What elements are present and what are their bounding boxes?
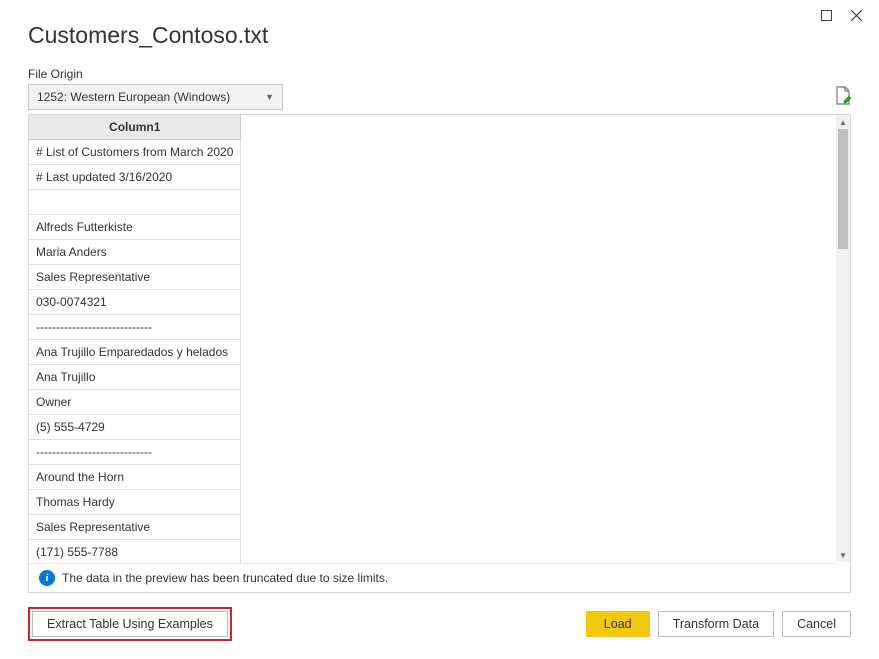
table-row[interactable]: Alfreds Futterkiste bbox=[29, 215, 241, 240]
table-row[interactable]: ----------------------------- bbox=[29, 315, 241, 340]
table-cell: (171) 555-7788 bbox=[29, 540, 241, 565]
table-cell: Around the Horn bbox=[29, 465, 241, 490]
table-row[interactable]: Sales Representative bbox=[29, 515, 241, 540]
table-cell: Owner bbox=[29, 390, 241, 415]
table-cell: Alfreds Futterkiste bbox=[29, 215, 241, 240]
table-cell: 030-0074321 bbox=[29, 290, 241, 315]
file-origin-dropdown[interactable]: 1252: Western European (Windows) ▼ bbox=[28, 84, 283, 110]
table-row[interactable]: Around the Horn bbox=[29, 465, 241, 490]
cancel-button[interactable]: Cancel bbox=[782, 611, 851, 637]
table-cell: Thomas Hardy bbox=[29, 490, 241, 515]
extract-table-button[interactable]: Extract Table Using Examples bbox=[32, 611, 228, 637]
table-cell: ----------------------------- bbox=[29, 315, 241, 340]
table-cell: Sales Representative bbox=[29, 515, 241, 540]
close-icon bbox=[851, 10, 862, 21]
table-row[interactable]: Sales Representative bbox=[29, 265, 241, 290]
data-preview: Column1 # List of Customers from March 2… bbox=[28, 114, 851, 593]
table-row[interactable]: (171) 555-7788 bbox=[29, 540, 241, 565]
options-row: File Origin 1252: Western European (Wind… bbox=[28, 67, 851, 110]
file-origin-value: 1252: Western European (Windows) bbox=[37, 90, 230, 104]
maximize-button[interactable] bbox=[817, 6, 835, 24]
table-row[interactable] bbox=[29, 190, 241, 215]
close-button[interactable] bbox=[847, 6, 865, 24]
truncation-info-bar: i The data in the preview has been trunc… bbox=[29, 563, 836, 592]
table-row[interactable]: ----------------------------- bbox=[29, 440, 241, 465]
file-origin-group: File Origin 1252: Western European (Wind… bbox=[28, 67, 283, 110]
table-cell: Ana Trujillo bbox=[29, 365, 241, 390]
table-row[interactable]: 030-0074321 bbox=[29, 290, 241, 315]
window-titlebar bbox=[803, 0, 879, 30]
table-row[interactable]: Ana Trujillo Emparedados y helados bbox=[29, 340, 241, 365]
table-cell: ----------------------------- bbox=[29, 440, 241, 465]
table-row[interactable]: Maria Anders bbox=[29, 240, 241, 265]
dialog-footer: Extract Table Using Examples Load Transf… bbox=[28, 593, 851, 641]
table-container: Column1 # List of Customers from March 2… bbox=[29, 115, 241, 592]
scroll-down-icon[interactable]: ▼ bbox=[836, 548, 850, 562]
maximize-icon bbox=[821, 10, 832, 21]
table-cell: Maria Anders bbox=[29, 240, 241, 265]
table-cell: # Last updated 3/16/2020 bbox=[29, 165, 241, 190]
footer-actions: Load Transform Data Cancel bbox=[586, 611, 851, 637]
vertical-scrollbar[interactable]: ▲ ▼ bbox=[836, 115, 850, 562]
scroll-thumb[interactable] bbox=[838, 129, 848, 249]
table-row[interactable]: # Last updated 3/16/2020 bbox=[29, 165, 241, 190]
info-message: The data in the preview has been truncat… bbox=[62, 571, 388, 585]
transform-data-button[interactable]: Transform Data bbox=[658, 611, 774, 637]
chevron-down-icon: ▼ bbox=[265, 92, 274, 102]
info-icon: i bbox=[39, 570, 55, 586]
table-row[interactable]: Thomas Hardy bbox=[29, 490, 241, 515]
scroll-up-icon[interactable]: ▲ bbox=[836, 115, 850, 129]
table-cell: Ana Trujillo Emparedados y helados bbox=[29, 340, 241, 365]
table-cell bbox=[29, 190, 241, 215]
table-row[interactable]: (5) 555-4729 bbox=[29, 415, 241, 440]
table-row[interactable]: Ana Trujillo bbox=[29, 365, 241, 390]
column-header[interactable]: Column1 bbox=[29, 115, 241, 140]
dialog-title: Customers_Contoso.txt bbox=[28, 22, 851, 49]
table-row[interactable]: Owner bbox=[29, 390, 241, 415]
file-origin-label: File Origin bbox=[28, 67, 283, 81]
highlight-annotation: Extract Table Using Examples bbox=[28, 607, 232, 641]
load-button[interactable]: Load bbox=[586, 611, 650, 637]
table-cell: # List of Customers from March 2020 bbox=[29, 140, 241, 165]
dialog-container: Customers_Contoso.txt File Origin 1252: … bbox=[0, 0, 879, 659]
table-row[interactable]: # List of Customers from March 2020 bbox=[29, 140, 241, 165]
preview-table: Column1 # List of Customers from March 2… bbox=[29, 115, 241, 593]
table-cell: (5) 555-4729 bbox=[29, 415, 241, 440]
document-edit-icon[interactable] bbox=[835, 86, 851, 110]
table-cell: Sales Representative bbox=[29, 265, 241, 290]
